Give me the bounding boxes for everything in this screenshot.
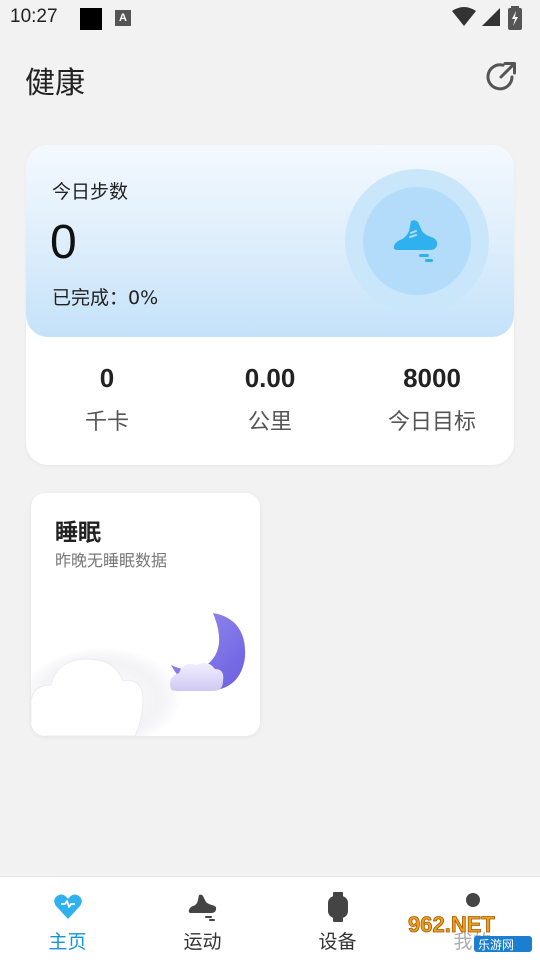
sleep-title: 睡眠 xyxy=(55,520,101,546)
page-title: 健康 xyxy=(25,66,85,101)
nav-item-device[interactable]: 设备 xyxy=(270,877,405,960)
sneaker-icon xyxy=(188,894,217,921)
stat-distance: 0.00 公里 xyxy=(190,363,350,436)
status-time: 10:27 xyxy=(10,6,58,27)
steps-complete-text: 已完成：0% xyxy=(52,287,159,309)
steps-progress-ring xyxy=(345,169,489,313)
sneaker-icon xyxy=(393,220,438,262)
notification-icon xyxy=(80,8,102,30)
nav-label: 设备 xyxy=(318,931,357,953)
watch-icon xyxy=(328,892,348,922)
steps-summary: 今日步数 0 已完成：0% xyxy=(26,145,514,337)
watermark-text-bottom: 乐游网 xyxy=(478,938,514,952)
sleep-subtitle: 昨晚无睡眠数据 xyxy=(55,551,168,570)
steps-card[interactable]: 今日步数 0 已完成：0% 0 千卡 0.00 公里 8000 今日目标 xyxy=(26,145,514,465)
stat-value: 0 xyxy=(99,363,115,393)
nav-item-home[interactable]: 主页 xyxy=(0,877,135,960)
heart-icon xyxy=(54,894,82,919)
stat-unit: 千卡 xyxy=(84,410,129,435)
stat-calories: 0 千卡 xyxy=(27,363,187,436)
steps-label: 今日步数 xyxy=(52,181,129,203)
signal-icon xyxy=(482,8,500,26)
nav-label: 运动 xyxy=(183,931,222,953)
share-button[interactable] xyxy=(484,60,518,94)
stat-value: 8000 xyxy=(403,363,461,393)
nav-item-sport[interactable]: 运动 xyxy=(135,877,270,960)
status-icons xyxy=(452,6,532,30)
battery-icon xyxy=(508,6,522,30)
moon-cloud-icon xyxy=(31,613,246,736)
stat-goal: 8000 今日目标 xyxy=(352,363,512,436)
sleep-card[interactable]: 睡眠 昨晚无睡眠数据 xyxy=(31,493,260,736)
nav-label: 主页 xyxy=(48,931,87,953)
stat-unit: 今日目标 xyxy=(387,410,476,435)
status-bar: 10:27 A xyxy=(0,0,540,36)
stat-value: 0.00 xyxy=(244,363,296,393)
wifi-icon xyxy=(452,7,476,26)
watermark-logo: 962.NET 乐游网 xyxy=(402,910,534,954)
watermark-text-top: 962.NET xyxy=(408,912,495,937)
steps-value: 0 xyxy=(50,216,77,269)
notification-a-icon: A xyxy=(115,10,131,26)
stat-unit: 公里 xyxy=(247,410,292,435)
share-icon xyxy=(486,62,516,91)
